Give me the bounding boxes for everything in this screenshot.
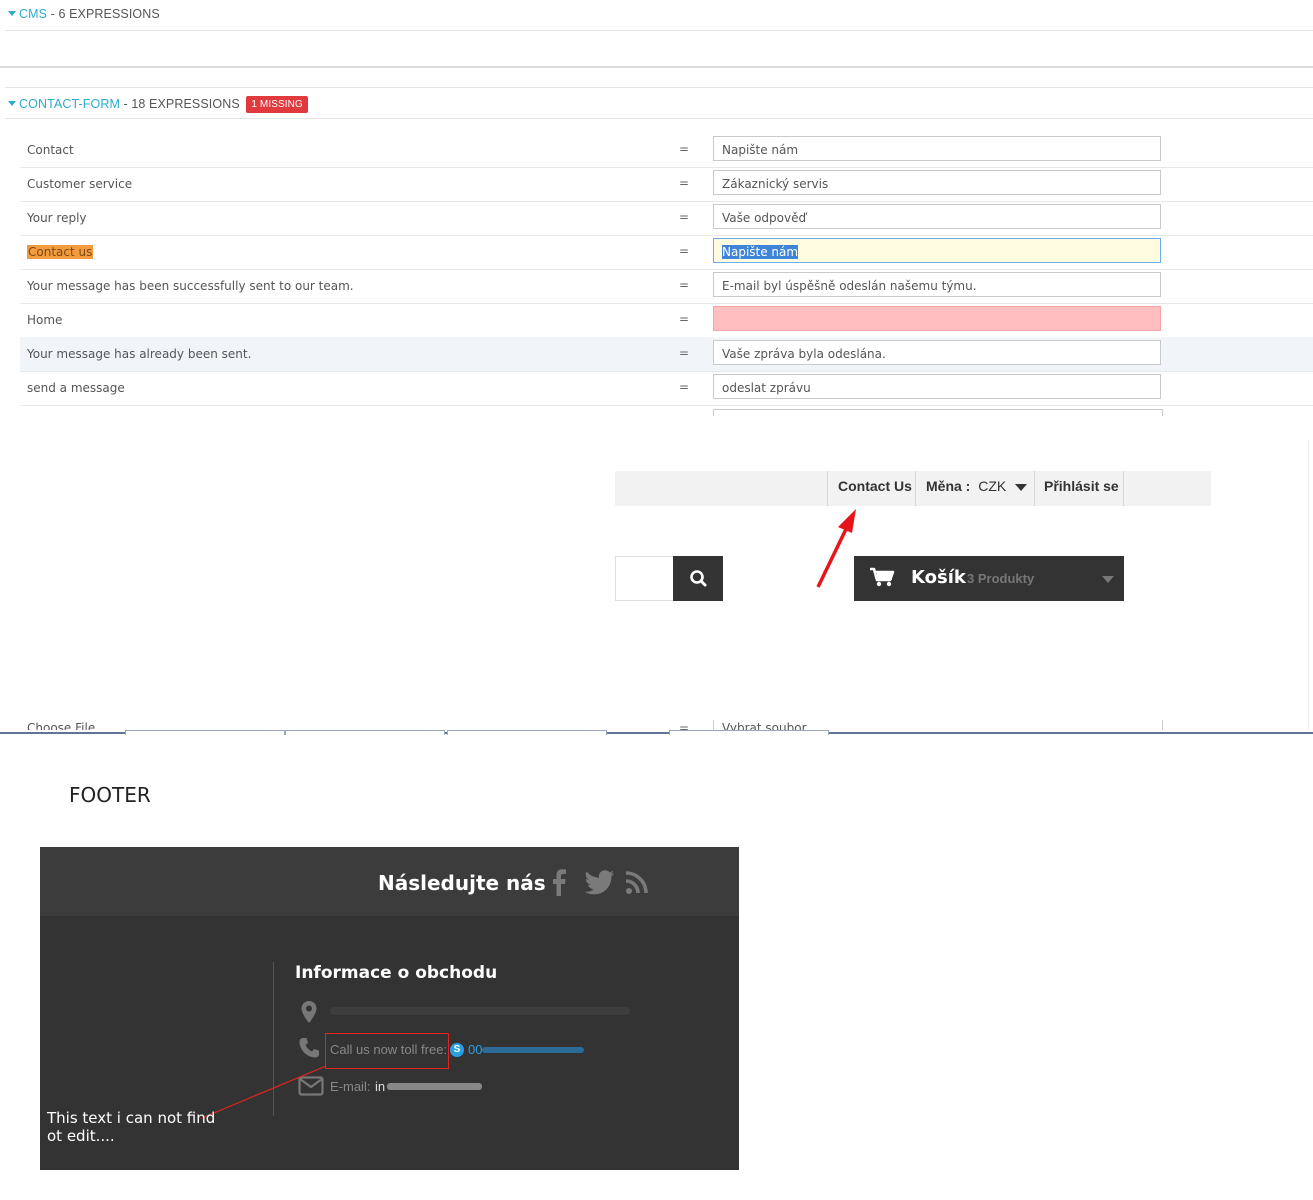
equals-sign: =	[679, 380, 690, 394]
caret-down-icon	[1102, 576, 1114, 583]
translation-input-focused[interactable]: Napište nám	[713, 238, 1161, 263]
twitter-icon[interactable]	[584, 869, 614, 895]
source-text: Home	[27, 313, 63, 327]
translation-input[interactable]: Vaše zpráva byla odeslána.	[713, 340, 1161, 365]
selected-text: Napište nám	[722, 245, 799, 259]
store-info-heading: Informace o obchodu	[295, 963, 498, 983]
choose-file-input-edge	[713, 720, 1163, 730]
translation-row: Customer service = Zákaznický servis	[20, 167, 1313, 202]
source-text: Customer service	[27, 177, 133, 191]
choose-file-label: Choose File	[27, 721, 96, 730]
cart-label: Košík	[911, 567, 966, 588]
translation-row: Your message has been successfully sent …	[20, 269, 1313, 304]
search-button[interactable]	[673, 556, 723, 601]
equals-sign: =	[679, 244, 690, 258]
blurred-address	[330, 1007, 630, 1015]
currency-value: CZK	[978, 478, 1007, 494]
screenshot-edge	[1308, 440, 1313, 730]
equals-sign: =	[679, 721, 690, 730]
shop-nav-bar: Contact Us Měna : CZK Přihlásit se	[615, 471, 1211, 506]
bottom-tab-strip	[0, 730, 1313, 736]
red-arrow-annotation	[816, 509, 856, 588]
phone-link[interactable]: 00	[468, 1042, 482, 1057]
translation-input[interactable]: E-mail byl úspěšně odeslán našemu týmu.	[713, 272, 1161, 297]
facebook-icon[interactable]	[549, 868, 569, 898]
source-text: send a message	[27, 381, 125, 395]
phone-icon	[299, 1038, 319, 1058]
translation-row: Home =	[20, 303, 1313, 338]
translation-input-missing[interactable]	[713, 306, 1161, 331]
nav-separator	[1123, 471, 1124, 506]
footer-follow-bar: Následujte nás	[40, 847, 739, 916]
map-marker-icon	[301, 1001, 317, 1023]
missing-badge: 1 MISSING	[246, 96, 308, 113]
contact-form-section-link[interactable]: CONTACT-FORM	[19, 97, 120, 111]
source-text: Your reply	[27, 211, 87, 225]
currency-selector[interactable]: Měna : CZK	[915, 471, 1035, 506]
skype-icon[interactable]: S	[450, 1043, 464, 1057]
divider	[5, 30, 1313, 31]
translation-input[interactable]: Vaše odpověď	[713, 204, 1161, 229]
call-label: Call us now toll free:	[330, 1042, 448, 1057]
search-icon	[690, 570, 707, 587]
source-text: Your message has already been sent.	[27, 347, 252, 361]
cart-block[interactable]: Košík 3 Produkty	[854, 556, 1124, 601]
divider	[0, 66, 1313, 68]
shopping-cart-icon	[870, 567, 895, 587]
email-label: E-mail:	[330, 1079, 371, 1094]
source-text: Contact	[27, 143, 74, 157]
translation-row: Contact us = Napište nám	[20, 235, 1313, 270]
translation-input[interactable]: Napište nám	[713, 136, 1161, 161]
equals-sign: =	[679, 176, 690, 190]
cut-off-input	[713, 409, 1163, 416]
divider	[5, 87, 1313, 88]
blurred-email	[387, 1083, 482, 1090]
blurred-phone	[482, 1047, 584, 1053]
cms-section-count: - 6 EXPRESSIONS	[47, 7, 160, 21]
equals-sign: =	[679, 142, 690, 156]
annotation-note: This text i can not find ot edit....	[47, 1109, 216, 1145]
contact-form-section-count: - 18 EXPRESSIONS	[119, 97, 240, 111]
divider	[5, 118, 1313, 119]
currency-label: Měna :	[926, 478, 971, 494]
translation-input[interactable]: Zákaznický servis	[713, 170, 1161, 195]
search-input[interactable]	[615, 556, 674, 601]
translation-row: send a message = odeslat zprávu	[20, 371, 1313, 406]
cms-section-header[interactable]: CMS - 6 EXPRESSIONS	[8, 7, 160, 21]
nav-login[interactable]: Přihlásit se	[1034, 471, 1124, 506]
footer-screenshot: Následujte nás Informace o obchodu Call …	[40, 847, 739, 1170]
equals-sign: =	[679, 278, 690, 292]
cms-section-link[interactable]: CMS	[19, 7, 47, 21]
equals-sign: =	[679, 346, 690, 360]
translation-input[interactable]: odeslat zprávu	[713, 374, 1161, 399]
translation-row: Your reply = Vaše odpověď	[20, 201, 1313, 236]
cart-count: 3 Produkty	[967, 571, 1035, 586]
caret-down-icon	[1015, 484, 1027, 491]
contact-form-section-header[interactable]: CONTACT-FORM - 18 EXPRESSIONS 1 MISSING	[8, 96, 308, 113]
nav-contact-us[interactable]: Contact Us	[827, 471, 916, 506]
translation-row: Your message has already been sent. = Va…	[20, 337, 1313, 372]
source-text: Your message has been successfully sent …	[27, 279, 354, 293]
equals-sign: =	[679, 210, 690, 224]
translation-row: Contact = Napište nám	[20, 133, 1313, 168]
source-text-highlighted: Contact us	[27, 245, 94, 259]
rss-icon[interactable]	[625, 871, 651, 895]
follow-heading: Následujte nás	[378, 871, 546, 895]
footer-heading: FOOTER	[69, 783, 151, 807]
caret-down-icon	[8, 101, 16, 106]
email-link[interactable]: in	[375, 1079, 385, 1094]
caret-down-icon	[8, 11, 16, 16]
equals-sign: =	[679, 312, 690, 326]
